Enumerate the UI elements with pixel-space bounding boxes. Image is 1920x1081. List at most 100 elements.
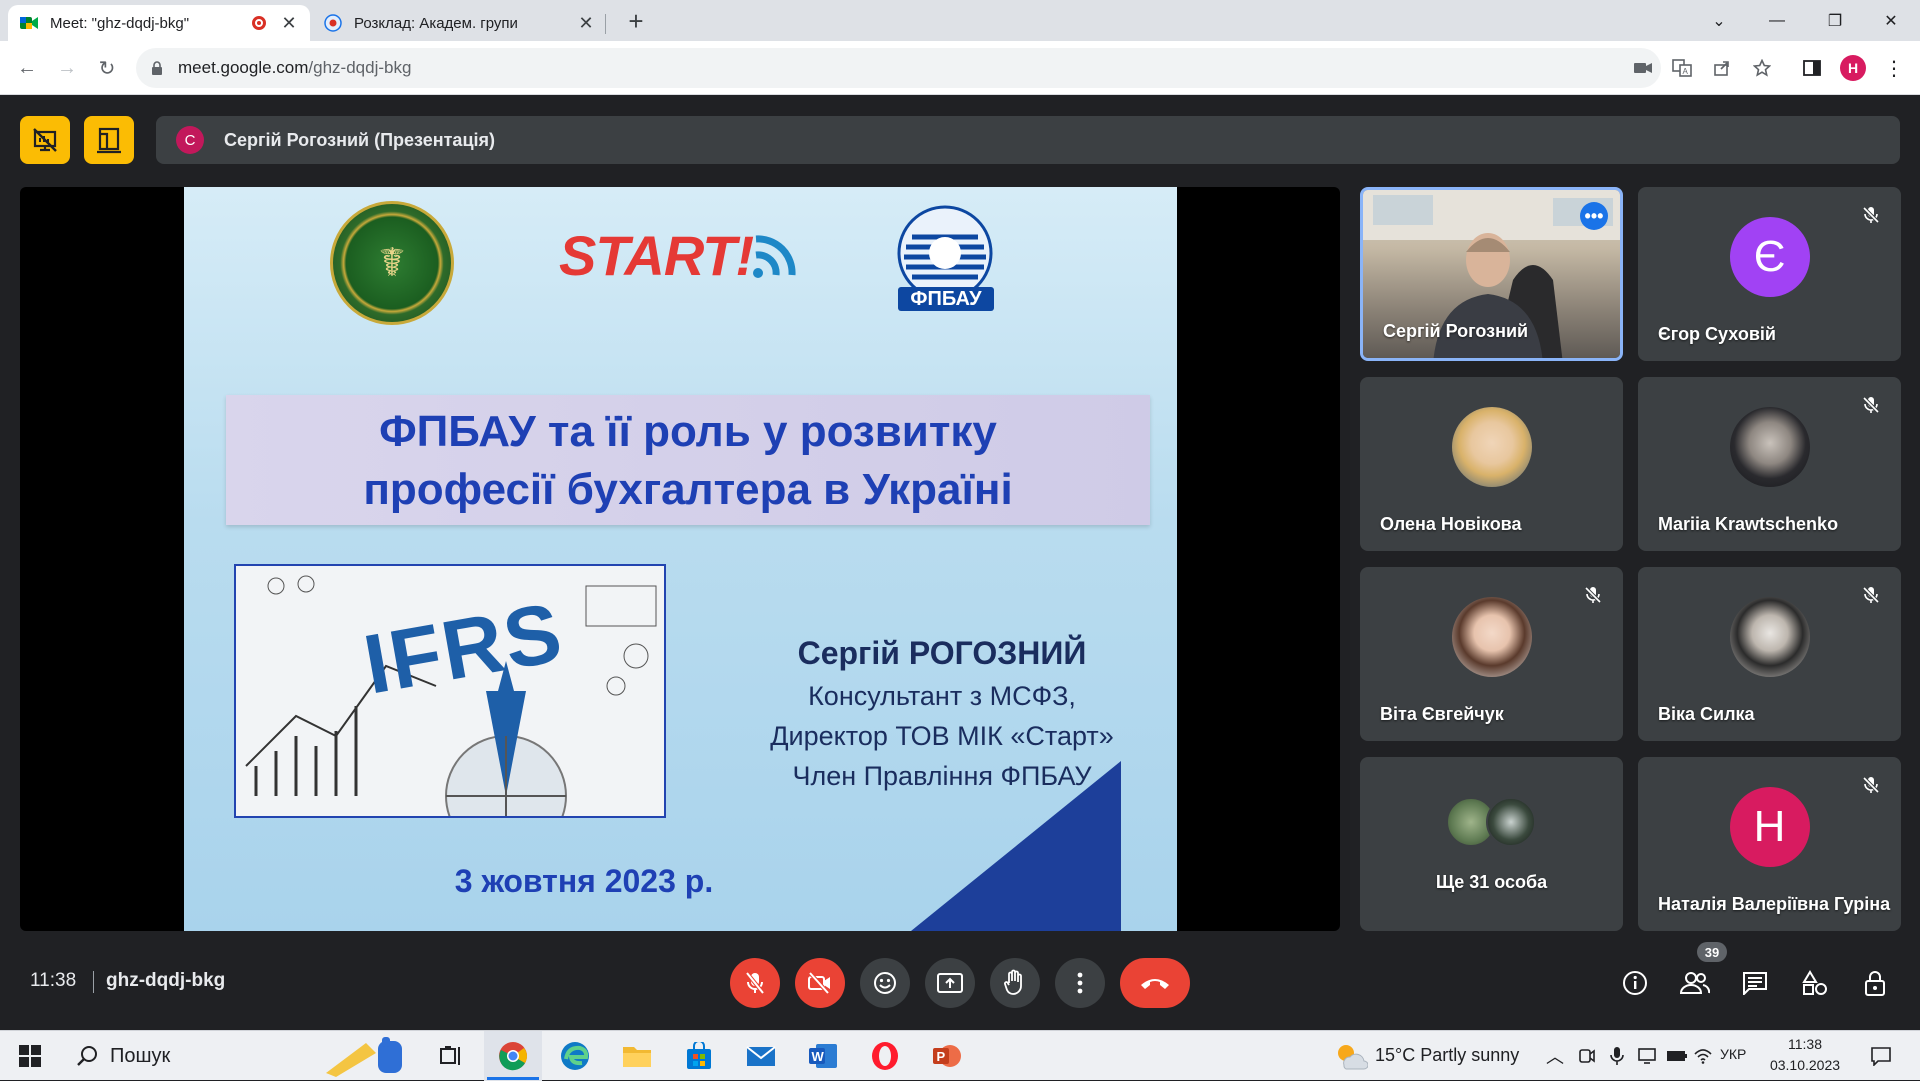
- more-options-button[interactable]: [1055, 958, 1105, 1008]
- presenter-label: Сергій Рогозний (Презентація): [224, 129, 496, 150]
- participant-name: Єгор Суховій: [1658, 324, 1776, 344]
- slide-date: 3 жовтня 2023 р.: [454, 863, 714, 899]
- back-button[interactable]: ←: [12, 53, 42, 83]
- participant-avatar: Н: [1729, 787, 1810, 867]
- stop-presentation-button[interactable]: [20, 116, 70, 164]
- camera-off-icon: [808, 972, 830, 994]
- participant-tile[interactable]: Віта Євгейчук: [1360, 567, 1623, 741]
- store-icon[interactable]: [682, 1039, 716, 1073]
- raise-hand-button[interactable]: [990, 958, 1040, 1008]
- search-icon: [77, 1046, 97, 1066]
- activities-button[interactable]: [1800, 968, 1830, 998]
- task-view-icon[interactable]: [434, 1039, 468, 1073]
- host-controls-button[interactable]: [1860, 968, 1890, 998]
- mic-off-icon: [1862, 776, 1880, 794]
- leave-call-button[interactable]: [1120, 958, 1190, 1008]
- presentation-slide: ☤ START! ФПБАУ ФПБАУ та її роль у розвит…: [184, 187, 1177, 931]
- tab-schedule[interactable]: Розклад: Академ. групи ✕: [312, 5, 607, 41]
- more-vert-icon: [1077, 972, 1083, 994]
- presentation-off-icon: [33, 128, 57, 152]
- show-hidden-icons-icon[interactable]: ︿: [1540, 1039, 1570, 1073]
- close-tab-icon[interactable]: ✕: [280, 13, 298, 34]
- taskbar-search[interactable]: Пошук: [60, 1033, 420, 1079]
- close-tab-icon[interactable]: ✕: [577, 13, 595, 34]
- participant-tile[interactable]: Віка Силка: [1638, 567, 1901, 741]
- close-window-button[interactable]: ✕: [1862, 0, 1920, 41]
- notifications-icon[interactable]: [1864, 1039, 1898, 1073]
- new-tab-button[interactable]: +: [622, 7, 650, 35]
- meeting-code: ghz-dqdj-bkg: [106, 970, 226, 991]
- microphone-toggle-button[interactable]: [730, 958, 780, 1008]
- info-icon: [1623, 971, 1647, 995]
- browser-menu-icon[interactable]: ⋮: [1880, 54, 1908, 82]
- system-time: 11:38: [1788, 1036, 1822, 1052]
- svg-text:W: W: [812, 1049, 825, 1064]
- speaker-name: Сергій РОГОЗНИЙ: [797, 635, 1087, 671]
- participant-tile[interactable]: Н Наталія Валеріївна Гуріна: [1638, 757, 1901, 931]
- edge-icon[interactable]: [558, 1039, 592, 1073]
- search-highlight-icon: [326, 1037, 402, 1077]
- people-icon: [1680, 972, 1710, 994]
- activities-icon: [1802, 970, 1827, 995]
- lock-icon: [152, 61, 162, 75]
- meeting-clock: 11:38: [30, 970, 77, 991]
- forward-button[interactable]: →: [52, 53, 82, 83]
- recording-icon: [252, 16, 266, 30]
- minimize-button[interactable]: —: [1748, 0, 1806, 41]
- participant-tile[interactable]: ••• Сергій Рогозний: [1360, 187, 1623, 361]
- bookmark-star-icon[interactable]: [1748, 54, 1776, 82]
- participant-photo-avatar: [1486, 797, 1536, 847]
- participant-tile[interactable]: Mariia Krawtschenko: [1638, 377, 1901, 551]
- reactions-button[interactable]: [860, 958, 910, 1008]
- powerpoint-icon[interactable]: P: [930, 1039, 964, 1073]
- restore-button[interactable]: ❐: [1806, 0, 1864, 41]
- participant-tile[interactable]: Олена Новікова: [1360, 377, 1623, 551]
- wifi-icon[interactable]: [1692, 1039, 1714, 1073]
- meet-tray-icon[interactable]: [1572, 1039, 1602, 1073]
- search-label: Пошук: [110, 1044, 171, 1067]
- mic-off-icon: [1862, 206, 1880, 224]
- tab-title: Meet: "ghz-dqdj-bkg": [50, 14, 190, 32]
- opera-icon[interactable]: [868, 1039, 902, 1073]
- participant-photo-avatar: [1451, 407, 1532, 487]
- google-meet-icon: [20, 14, 38, 32]
- file-explorer-icon[interactable]: [620, 1039, 654, 1073]
- mail-icon[interactable]: [744, 1039, 778, 1073]
- display-tray-icon[interactable]: [1632, 1039, 1662, 1073]
- host-controls-lock-icon: [1865, 971, 1885, 996]
- hang-up-icon: [1141, 979, 1169, 989]
- present-screen-icon: [937, 973, 963, 993]
- layout-toggle-button[interactable]: [84, 116, 134, 164]
- address-bar[interactable]: meet.google.com/ghz-dqdj-bkg: [136, 48, 1661, 88]
- site-favicon-icon: [324, 14, 342, 32]
- meeting-details-button[interactable]: [1620, 968, 1650, 998]
- word-icon[interactable]: W: [806, 1039, 840, 1073]
- tab-title: Розклад: Академ. групи: [354, 14, 518, 32]
- people-button[interactable]: [1680, 968, 1710, 998]
- translate-icon[interactable]: A: [1668, 54, 1696, 82]
- tab-search-chevron-icon[interactable]: ⌄: [1690, 0, 1748, 41]
- language-indicator[interactable]: УКР: [1720, 1046, 1746, 1062]
- divider: [93, 971, 94, 993]
- camera-in-use-icon[interactable]: [1629, 54, 1657, 82]
- share-icon[interactable]: [1708, 54, 1736, 82]
- hand-icon: [1004, 969, 1022, 995]
- system-clock[interactable]: 11:38 03.10.2023: [1760, 1034, 1850, 1076]
- microphone-tray-icon[interactable]: [1602, 1039, 1632, 1073]
- profile-avatar[interactable]: H: [1840, 55, 1866, 81]
- side-panel-icon[interactable]: [1798, 54, 1826, 82]
- more-participants-tile[interactable]: Ще 31 особа: [1360, 757, 1623, 931]
- chrome-icon[interactable]: [496, 1039, 530, 1073]
- battery-icon[interactable]: [1662, 1039, 1692, 1073]
- speaker-role-1: Консультант з МСФЗ,: [808, 681, 1076, 711]
- ifrs-illustration: IFRS: [234, 564, 666, 818]
- tab-meet[interactable]: Meet: "ghz-dqdj-bkg" ✕: [8, 5, 310, 41]
- camera-toggle-button[interactable]: [795, 958, 845, 1008]
- windows-start-icon[interactable]: [13, 1039, 47, 1073]
- reload-button[interactable]: ↻: [92, 53, 122, 83]
- chat-button[interactable]: [1740, 968, 1770, 998]
- present-screen-button[interactable]: [925, 958, 975, 1008]
- more-options-icon[interactable]: •••: [1580, 202, 1608, 230]
- weather-label[interactable]: 15°C Partly sunny: [1375, 1045, 1519, 1066]
- participant-tile[interactable]: Є Єгор Суховій: [1638, 187, 1901, 361]
